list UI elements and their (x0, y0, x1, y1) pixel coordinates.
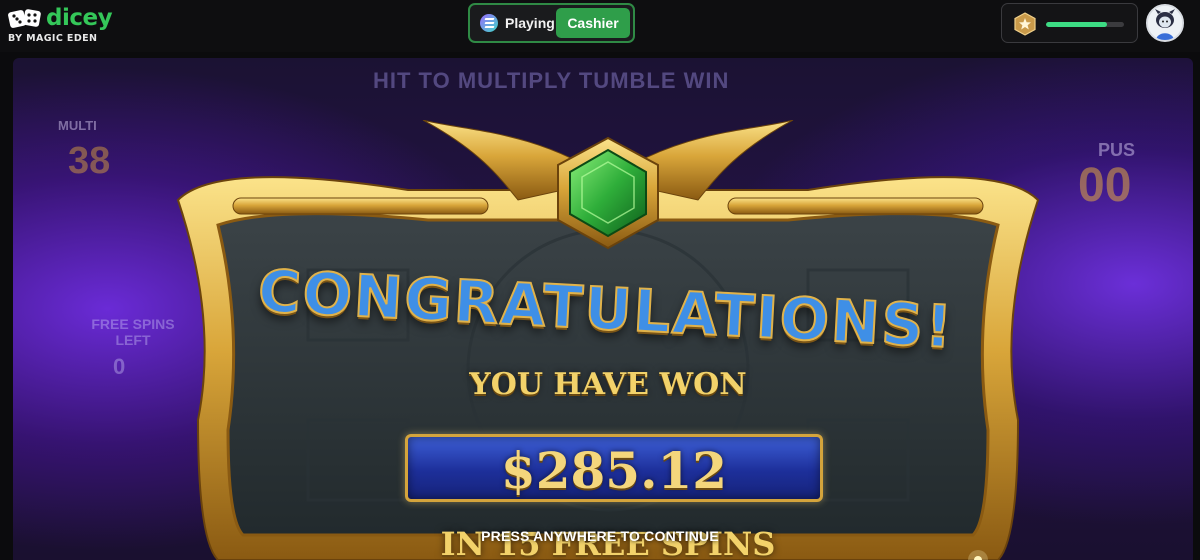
dice-icon (8, 9, 41, 28)
background-multiplier-label: MULTI (58, 118, 97, 133)
level-progress-widget[interactable] (1001, 3, 1138, 43)
win-amount-panel: $285.12 (405, 434, 823, 502)
star-badge-icon (1014, 12, 1036, 36)
mode-toggle: Playing Cashier (468, 3, 635, 43)
brand-name: dicey (46, 5, 113, 31)
dicey-logo[interactable]: dicey BY MAGIC EDEN (8, 4, 118, 46)
win-popup[interactable]: CONGRATULATIONS! YOU HAVE WON $285.12 IN… (158, 120, 1058, 560)
press-to-continue-prompt[interactable]: PRESS ANYWHERE TO CONTINUE (360, 528, 840, 544)
game-viewport[interactable]: HIT TO MULTIPLY TUMBLE WIN MULTI 38 FREE… (13, 58, 1193, 560)
cashier-button[interactable]: Cashier (556, 8, 630, 38)
user-avatar[interactable] (1146, 4, 1184, 42)
background-banner-text: HIT TO MULTIPLY TUMBLE WIN (373, 68, 730, 93)
playing-label: Playing (505, 15, 555, 31)
level-progress-fill (1046, 22, 1107, 27)
background-multiplier-value: 38 (68, 140, 111, 182)
cashier-label: Cashier (567, 15, 619, 31)
brand-tagline: BY MAGIC EDEN (8, 33, 98, 44)
background-free-spins-value: 0 (113, 354, 126, 379)
win-amount: $285.12 (500, 441, 728, 500)
level-progress-bar (1046, 22, 1124, 27)
background-right-value: 00 (1078, 159, 1132, 212)
you-have-won-text: YOU HAVE WON (469, 367, 747, 402)
solana-icon (480, 14, 498, 32)
top-bar: dicey BY MAGIC EDEN Playing Cashier (0, 0, 1200, 52)
playing-button[interactable]: Playing (474, 9, 556, 37)
avatar-icon (1148, 6, 1182, 40)
